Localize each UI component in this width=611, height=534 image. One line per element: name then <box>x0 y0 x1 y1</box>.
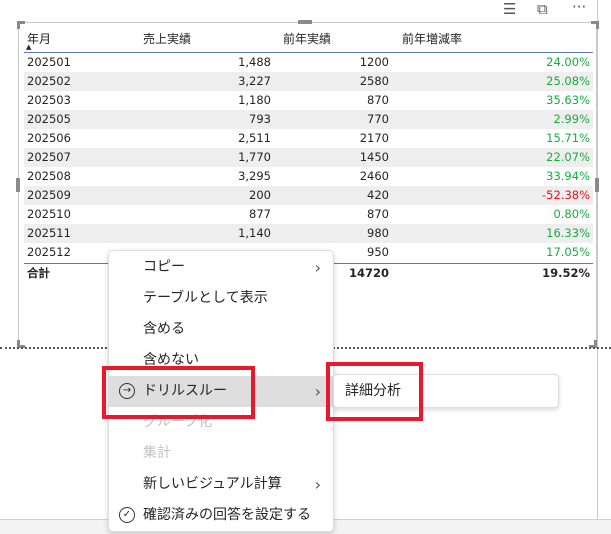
chevron-right-icon: › <box>314 382 321 401</box>
yearmonth-cell: 202501 <box>27 55 71 69</box>
prev-year-cell: 770 <box>367 112 389 126</box>
sales-cell: 2,511 <box>238 131 271 145</box>
table-row[interactable]: 202511 1,140 980 16.33% <box>24 224 593 243</box>
menu-item-label: コピー <box>143 259 185 275</box>
menu-item[interactable]: 新しいビジュアル計算 › <box>109 469 333 500</box>
sales-cell: 200 <box>249 188 271 202</box>
sales-cell: 877 <box>249 207 271 221</box>
column-header-prev-year[interactable]: 前年実績 <box>283 30 331 47</box>
resize-handle[interactable] <box>17 21 25 29</box>
prev-year-cell: 1450 <box>359 150 389 164</box>
yearmonth-cell: 202509 <box>27 188 71 202</box>
menu-item[interactable]: ✓ 確認済みの回答を設定する <box>109 500 333 531</box>
resize-handle[interactable] <box>591 21 599 29</box>
sales-cell: 1,488 <box>238 55 271 69</box>
filter-icon[interactable]: ☰ <box>503 0 516 18</box>
yoy-cell: 35.63% <box>546 93 590 107</box>
yoy-cell: 0.80% <box>553 207 590 221</box>
highlight-box <box>102 366 255 419</box>
table-row[interactable]: 202507 1,770 1450 22.07% <box>24 148 593 167</box>
prev-year-cell: 950 <box>367 245 389 259</box>
yearmonth-cell: 202510 <box>27 207 71 221</box>
yoy-cell: 25.08% <box>546 74 590 88</box>
yoy-cell: 2.99% <box>553 112 590 126</box>
check-circle-icon: ✓ <box>119 507 135 523</box>
highlight-box <box>326 362 423 421</box>
table-row[interactable]: 202505 793 770 2.99% <box>24 110 593 129</box>
prev-year-cell: 2460 <box>359 169 389 183</box>
yoy-cell: 22.07% <box>546 150 590 164</box>
prev-year-cell: 2580 <box>359 74 389 88</box>
prev-year-cell: 1200 <box>359 55 389 69</box>
yearmonth-cell: 202505 <box>27 112 71 126</box>
table-row[interactable]: 202508 3,295 2460 33.94% <box>24 167 593 186</box>
menu-item-label: 含める <box>143 321 185 337</box>
table-row[interactable]: 202506 2,511 2170 15.71% <box>24 129 593 148</box>
more-options-icon[interactable]: ··· <box>572 0 586 16</box>
resize-handle[interactable] <box>298 20 312 24</box>
focus-mode-icon[interactable]: ⧉ <box>537 0 548 18</box>
menu-item[interactable]: コピー › <box>109 252 333 283</box>
canvas-border <box>597 0 598 534</box>
yearmonth-cell: 202508 <box>27 169 71 183</box>
menu-item-label: 集計 <box>143 445 171 461</box>
sales-cell: 3,227 <box>238 74 271 88</box>
resize-handle[interactable] <box>16 178 20 192</box>
sales-cell: 1,140 <box>238 226 271 240</box>
prev-year-cell: 980 <box>367 226 389 240</box>
yearmonth-cell: 202507 <box>27 150 71 164</box>
sales-cell: 793 <box>249 112 271 126</box>
column-header-sales[interactable]: 売上実績 <box>143 30 191 47</box>
yoy-cell: 17.05% <box>546 245 590 259</box>
table-row[interactable]: 202509 200 420 -52.38% <box>24 186 593 205</box>
table-row[interactable]: 202502 3,227 2580 25.08% <box>24 72 593 91</box>
sales-cell: 1,770 <box>238 150 271 164</box>
chevron-right-icon: › <box>314 475 321 494</box>
prev-year-cell: 420 <box>367 188 389 202</box>
table-row[interactable]: 202503 1,180 870 35.63% <box>24 91 593 110</box>
sales-cell: 3,295 <box>238 169 271 183</box>
yoy-cell: 15.71% <box>546 131 590 145</box>
yoy-cell: 24.00% <box>546 55 590 69</box>
chevron-right-icon: › <box>314 258 321 277</box>
total-prev-year: 14720 <box>348 266 389 280</box>
menu-item-label: テーブルとして表示 <box>143 290 268 306</box>
yearmonth-cell: 202503 <box>27 93 71 107</box>
menu-item-label: 確認済みの回答を設定する <box>143 507 311 523</box>
prev-year-cell: 2170 <box>359 131 389 145</box>
yearmonth-cell: 202506 <box>27 131 71 145</box>
menu-item[interactable]: テーブルとして表示 <box>109 283 333 314</box>
column-header-yoy[interactable]: 前年増減率 <box>402 30 462 47</box>
sort-ascending-icon: ▲ <box>26 43 32 51</box>
yoy-cell: 33.94% <box>546 169 590 183</box>
prev-year-cell: 870 <box>367 93 389 107</box>
yearmonth-cell: 202512 <box>27 245 71 259</box>
yoy-cell: 16.33% <box>546 226 590 240</box>
yoy-cell: -52.38% <box>542 188 590 202</box>
menu-item[interactable]: 含める <box>109 314 333 345</box>
total-yoy: 19.52% <box>542 266 590 280</box>
table-row[interactable]: 202501 1,488 1200 24.00% <box>24 53 593 72</box>
prev-year-cell: 870 <box>367 207 389 221</box>
yearmonth-cell: 202502 <box>27 74 71 88</box>
yearmonth-cell: 202511 <box>27 226 71 240</box>
table-row[interactable]: 202510 877 870 0.80% <box>24 205 593 224</box>
sales-cell: 1,180 <box>238 93 271 107</box>
menu-item-label: 新しいビジュアル計算 <box>143 476 282 492</box>
menu-item: 集計 <box>109 438 333 469</box>
total-label: 合計 <box>27 266 50 280</box>
resize-handle[interactable] <box>595 178 599 192</box>
